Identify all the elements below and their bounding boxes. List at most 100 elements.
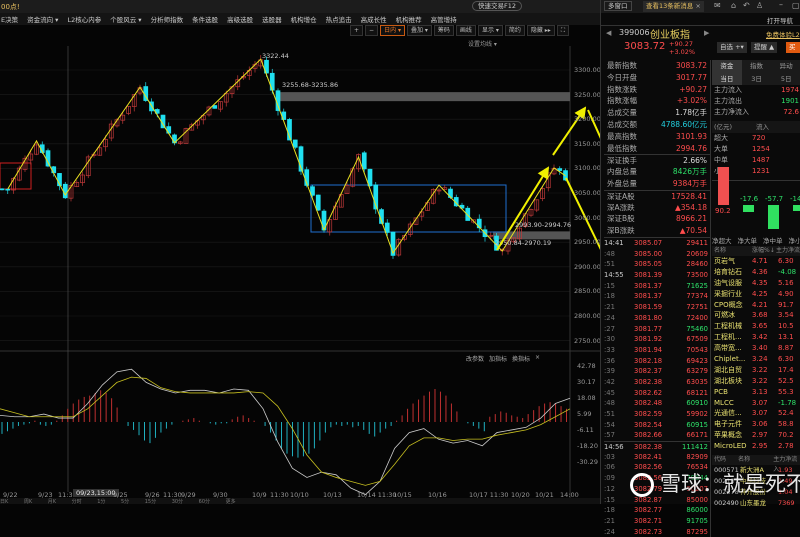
sector-row[interactable]: 工程机...3.4213.1: [712, 332, 800, 343]
messages-tab[interactable]: 查看13条新消息 ×: [643, 1, 704, 12]
zoom-out-button[interactable]: −: [365, 25, 378, 36]
sector-row[interactable]: 采掘行业4.254.90: [712, 289, 800, 300]
chips-button[interactable]: 筹码: [434, 25, 454, 36]
sector-row[interactable]: CPO概念4.2191.7: [712, 300, 800, 311]
quick-trade-button[interactable]: 快速交易F12: [472, 1, 522, 11]
sector-row[interactable]: Chiplet...3.246.30: [712, 354, 800, 365]
sector-pct: 3.24: [752, 354, 778, 365]
sector-flow: 58.8: [778, 419, 794, 430]
candle-body: [385, 223, 389, 232]
maximize-icon[interactable]: ▢: [792, 1, 800, 10]
macd-button[interactable]: 改参数: [466, 354, 484, 363]
flow-bar-label: -14: [790, 195, 800, 203]
flow-tab[interactable]: 指数: [742, 60, 772, 73]
menu-item[interactable]: 机构增仓: [291, 14, 317, 24]
tick-price: 3082.48: [634, 398, 678, 409]
menu-item[interactable]: 选股器: [262, 14, 282, 24]
display-button[interactable]: 显示 ▾: [478, 25, 503, 36]
add-favorite-button[interactable]: 自选 +▾: [717, 42, 747, 53]
stat-label: 深A涨跌: [607, 202, 635, 214]
hide-button[interactable]: 隐藏 ▸▸: [527, 25, 555, 36]
tick-price: 3082.41: [634, 452, 678, 463]
macd-button[interactable]: 换指标: [512, 354, 530, 363]
fund-flow-panel: 资金指数异动当日3日5日主力流入1974主力流出1901主力净流入72.6(亿元…: [712, 60, 800, 245]
main-menu: E决策资金流向 ▾ L2核心内参个股风云 ▾ 分析师指数条件选股高级选股选股器机构增…: [0, 13, 600, 25]
sector-row[interactable]: 湖北自贸3.2217.4: [712, 365, 800, 376]
sector-row[interactable]: 湖北板块3.2252.5: [712, 376, 800, 387]
back-icon[interactable]: ↶: [743, 1, 750, 10]
home-icon[interactable]: ⌂: [731, 1, 736, 10]
sector-row[interactable]: 油气设服4.355.16: [712, 278, 800, 289]
sector-row[interactable]: 光通信...3.0752.4: [712, 408, 800, 419]
period-tabs[interactable]: 日K 周K 月K 分时 1分 5分 15分 30分 60分 更多: [0, 498, 600, 504]
zoom-in-button[interactable]: +: [350, 25, 363, 36]
sector-head: 主力净流: [776, 246, 800, 256]
menu-item[interactable]: 个股风云 ▾: [110, 14, 141, 24]
stat-row: 最低指数2994.76: [604, 143, 710, 155]
tick-price: 3081.37: [634, 281, 678, 292]
sector-row[interactable]: 苹果概念2.9770.2: [712, 430, 800, 441]
stat-value: 17528.41: [671, 191, 707, 202]
sector-pct: 4.21: [752, 300, 778, 311]
sector-name: 页岩气: [712, 256, 752, 267]
sector-head: 名称: [712, 246, 752, 256]
flow-day-tab[interactable]: 5日: [771, 73, 800, 85]
menu-item[interactable]: 热点追击: [326, 14, 352, 24]
sector-row[interactable]: 可燃冰3.683.54: [712, 310, 800, 321]
tick-time: :24: [604, 313, 634, 324]
overlay-button[interactable]: 叠加 ▾: [407, 25, 432, 36]
period-button[interactable]: 日内 ▾: [380, 25, 405, 36]
sector-row[interactable]: 电子元件3.0658.8: [712, 419, 800, 430]
menu-item[interactable]: 分析师指数: [151, 14, 184, 24]
kline-chart[interactable]: 3322.443255.68-3235.862993.90-2994.76295…: [0, 46, 600, 504]
free-l2-link[interactable]: 免费体验L2: [766, 29, 800, 39]
menu-item[interactable]: 机构推荐: [396, 14, 422, 24]
flow-day-tab[interactable]: 当日: [712, 73, 742, 85]
menu-item[interactable]: 高管增持: [431, 14, 457, 24]
sector-row[interactable]: 页岩气4.716.30: [712, 256, 800, 267]
fullscreen-icon[interactable]: ⛶: [557, 25, 569, 36]
close-icon[interactable]: ×: [695, 2, 700, 10]
sector-row[interactable]: 工程机械3.6510.5: [712, 321, 800, 332]
sector-row[interactable]: 高带宽...3.408.87: [712, 343, 800, 354]
menu-item[interactable]: 高级选股: [227, 14, 253, 24]
macd-button[interactable]: ×: [535, 354, 540, 363]
flow-tab[interactable]: 资金: [712, 60, 742, 73]
sector-row[interactable]: 培育钻石4.36-4.08: [712, 267, 800, 278]
menu-item[interactable]: 资金流向 ▾: [27, 14, 58, 24]
menu-item[interactable]: 高成长性: [361, 14, 387, 24]
flow-day-tab[interactable]: 3日: [742, 73, 772, 85]
multi-window-tab[interactable]: 多窗口: [604, 1, 632, 11]
alert-button[interactable]: 提醒 ▲: [751, 42, 777, 53]
stat-value: 2994.76: [676, 143, 707, 155]
flow-row: 主力流出1901: [712, 96, 800, 107]
buy-button[interactable]: 买指: [786, 42, 800, 53]
y-tick-label: 2900.00: [574, 263, 601, 271]
mail-icon[interactable]: ✉: [714, 1, 721, 10]
sector-row[interactable]: MLCC3.07-1.78: [712, 398, 800, 409]
flow-row: 主力流入1974: [712, 85, 800, 96]
messages-label: 查看13条新消息: [646, 2, 693, 10]
open-nav-link[interactable]: 打开导航: [767, 15, 793, 25]
menu-item[interactable]: 条件选股: [192, 14, 218, 24]
draw-line-button[interactable]: 画线: [456, 25, 476, 36]
sector-row[interactable]: PCB3.1355.3: [712, 387, 800, 398]
flow-tab[interactable]: 异动: [771, 60, 800, 73]
simple-button[interactable]: 简约: [505, 25, 525, 36]
menu-item[interactable]: E决策: [1, 14, 18, 24]
tick-price: 3082.18: [634, 356, 678, 367]
stock-code: 399006: [619, 28, 650, 37]
menu-item[interactable]: L2核心内参: [67, 14, 101, 24]
stock-row[interactable]: 002490山东墨龙7369: [712, 498, 800, 509]
next-stock-icon[interactable]: ▶: [704, 29, 709, 37]
prev-stock-icon[interactable]: ◀: [606, 29, 611, 37]
stat-value: 8426万手: [673, 166, 707, 178]
skin-icon[interactable]: ♙: [756, 1, 763, 10]
sector-name: 苹果概念: [712, 430, 752, 441]
minimize-icon[interactable]: –: [779, 0, 783, 9]
sector-pct: 4.36: [752, 267, 778, 278]
macd-button[interactable]: 加指标: [489, 354, 507, 363]
flow-value: 72.6: [783, 107, 799, 118]
stock-name: 山东墨龙: [740, 498, 778, 509]
sector-row[interactable]: MicroLED2.952.78: [712, 441, 800, 452]
